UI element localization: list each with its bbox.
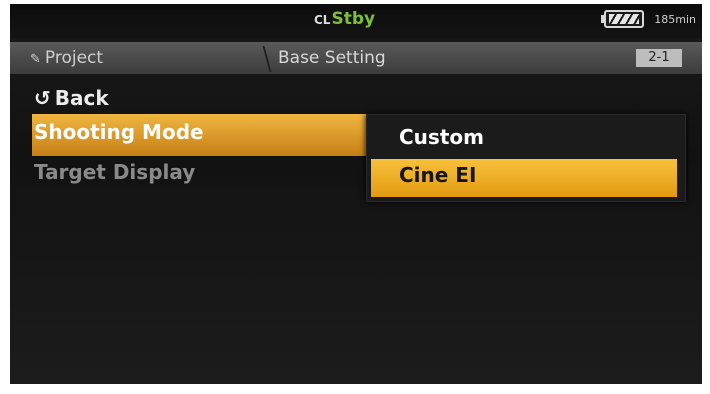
camera-screen: CLStby 185min ✎ Project Base Setting 2-1 …: [10, 4, 702, 384]
option-popup: Custom Cine EI: [366, 114, 686, 202]
back-arrow-icon: ↺: [34, 86, 51, 110]
tab-project-label: Project: [44, 48, 104, 68]
menu-header: ✎ Project Base Setting 2-1: [10, 42, 702, 74]
status-bar: CLStby 185min: [10, 4, 702, 38]
battery-icon: [601, 10, 644, 28]
back-label: Back: [54, 86, 109, 110]
menu-item-target-display[interactable]: Target Display: [34, 160, 195, 184]
breadcrumb-divider: [260, 46, 274, 72]
battery-remaining: 185min: [654, 13, 696, 26]
tab-project[interactable]: ✎ Project: [30, 48, 103, 68]
mode-indicator: CLStby: [314, 9, 375, 29]
back-button[interactable]: ↺ Back: [34, 86, 109, 110]
menu-item-shooting-mode[interactable]: Shooting Mode: [34, 120, 204, 144]
option-cine-ei[interactable]: Cine EI: [399, 163, 476, 187]
mode-prefix: CL: [314, 13, 331, 27]
breadcrumb-current: Base Setting: [278, 48, 386, 68]
clapper-icon: ✎: [30, 52, 41, 67]
option-custom[interactable]: Custom: [399, 125, 484, 149]
mode-text: Stby: [331, 9, 376, 29]
page-indicator: 2-1: [636, 49, 682, 67]
